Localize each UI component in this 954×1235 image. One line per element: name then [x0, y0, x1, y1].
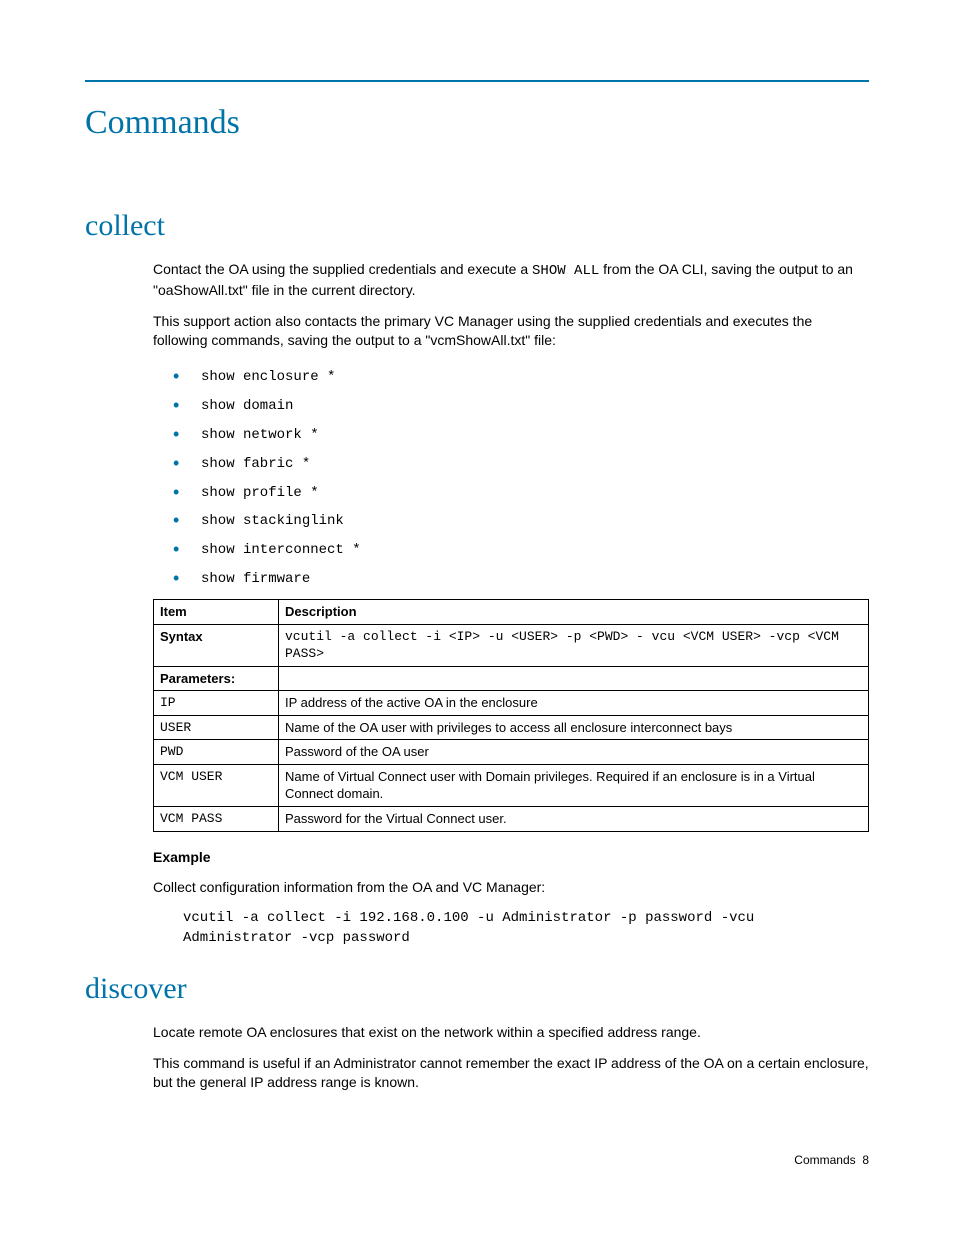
table-row: Syntax vcutil -a collect -i <IP> -u <USE…	[154, 624, 869, 666]
td-desc: IP address of the active OA in the enclo…	[279, 691, 869, 716]
cmd-item: show profile *	[201, 485, 319, 501]
table-row: Parameters:	[154, 666, 869, 691]
table-row: VCM PASS Password for the Virtual Connec…	[154, 807, 869, 832]
td-desc: Name of Virtual Connect user with Domain…	[279, 764, 869, 806]
discover-para1: Locate remote OA enclosures that exist o…	[153, 1023, 869, 1042]
td-item: USER	[154, 715, 279, 740]
table-row: USER Name of the OA user with privileges…	[154, 715, 869, 740]
cmd-item: show stackinglink	[201, 513, 344, 529]
page-footer: Commands 8	[85, 1152, 869, 1168]
collect-para1-pre: Contact the OA using the supplied creden…	[153, 261, 532, 277]
section-heading-discover: discover	[85, 969, 869, 1010]
example-code-l1: vcutil -a collect -i 192.168.0.100 -u Ad…	[183, 910, 754, 926]
td-desc: Name of the OA user with privileges to a…	[279, 715, 869, 740]
collect-command-list: show enclosure * show domain show networ…	[153, 362, 869, 593]
top-rule	[85, 80, 869, 82]
collect-para1-code: SHOW ALL	[532, 263, 599, 279]
td-item: Parameters:	[154, 666, 279, 691]
th-item: Item	[154, 600, 279, 625]
td-desc	[279, 666, 869, 691]
td-item: IP	[154, 691, 279, 716]
cmd-item: show fabric *	[201, 456, 310, 472]
footer-page-number: 8	[862, 1153, 869, 1167]
example-text: Collect configuration information from t…	[153, 878, 869, 897]
td-desc: Password for the Virtual Connect user.	[279, 807, 869, 832]
td-desc: vcutil -a collect -i <IP> -u <USER> -p <…	[279, 624, 869, 666]
cmd-item: show firmware	[201, 571, 310, 587]
example-label: Example	[153, 848, 869, 867]
footer-label: Commands	[794, 1153, 855, 1167]
example-code: vcutil -a collect -i 192.168.0.100 -u Ad…	[183, 909, 869, 948]
table-row: PWD Password of the OA user	[154, 740, 869, 765]
cmd-item: show domain	[201, 398, 293, 414]
cmd-item: show network *	[201, 427, 319, 443]
td-item: VCM PASS	[154, 807, 279, 832]
collect-para2: This support action also contacts the pr…	[153, 312, 869, 350]
table-row: VCM USER Name of Virtual Connect user wi…	[154, 764, 869, 806]
td-item: VCM USER	[154, 764, 279, 806]
collect-para1: Contact the OA using the supplied creden…	[153, 260, 869, 300]
td-item: PWD	[154, 740, 279, 765]
cmd-item: show enclosure *	[201, 369, 335, 385]
page-title: Commands	[85, 100, 869, 146]
table-row: IP IP address of the active OA in the en…	[154, 691, 869, 716]
collect-body: Contact the OA using the supplied creden…	[153, 260, 869, 948]
table-header-row: Item Description	[154, 600, 869, 625]
td-desc: Password of the OA user	[279, 740, 869, 765]
cmd-item: show interconnect *	[201, 542, 361, 558]
section-heading-collect: collect	[85, 206, 869, 247]
discover-body: Locate remote OA enclosures that exist o…	[153, 1023, 869, 1092]
example-code-l2: Administrator -vcp password	[183, 930, 410, 946]
td-item: Syntax	[154, 624, 279, 666]
discover-para2: This command is useful if an Administrat…	[153, 1054, 869, 1092]
th-description: Description	[279, 600, 869, 625]
collect-param-table: Item Description Syntax vcutil -a collec…	[153, 599, 869, 831]
